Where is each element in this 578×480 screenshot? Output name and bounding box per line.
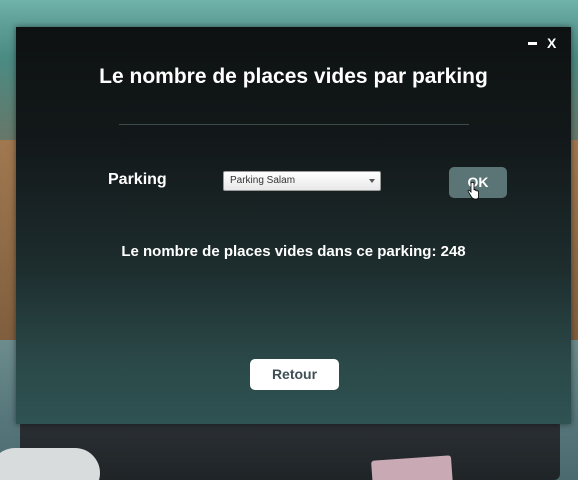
parking-label: Parking xyxy=(108,171,167,188)
minimize-icon xyxy=(528,42,537,45)
background-keyboard xyxy=(20,420,560,480)
background-card xyxy=(371,455,453,480)
chevron-down-icon xyxy=(369,179,375,183)
parking-vacancy-dialog: X Le nombre de places vides par parking … xyxy=(16,27,571,424)
dialog-title: Le nombre de places vides par parking xyxy=(99,65,488,88)
parking-select-value: Parking Salam xyxy=(230,175,296,186)
vacancy-result-label: Le nombre de places vides dans ce parkin… xyxy=(121,243,437,260)
vacancy-result-value: 248 xyxy=(440,243,466,260)
vacancy-result: Le nombre de places vides dans ce parkin… xyxy=(16,243,571,260)
retour-button[interactable]: Retour xyxy=(250,359,339,390)
parking-select[interactable]: Parking Salam xyxy=(223,171,381,191)
close-button[interactable]: X xyxy=(547,35,556,51)
hand-pointer-cursor-icon xyxy=(467,182,479,200)
title-divider xyxy=(119,124,469,125)
minimize-button[interactable] xyxy=(528,35,537,45)
background-mouse xyxy=(0,448,100,480)
close-icon: X xyxy=(547,35,557,51)
